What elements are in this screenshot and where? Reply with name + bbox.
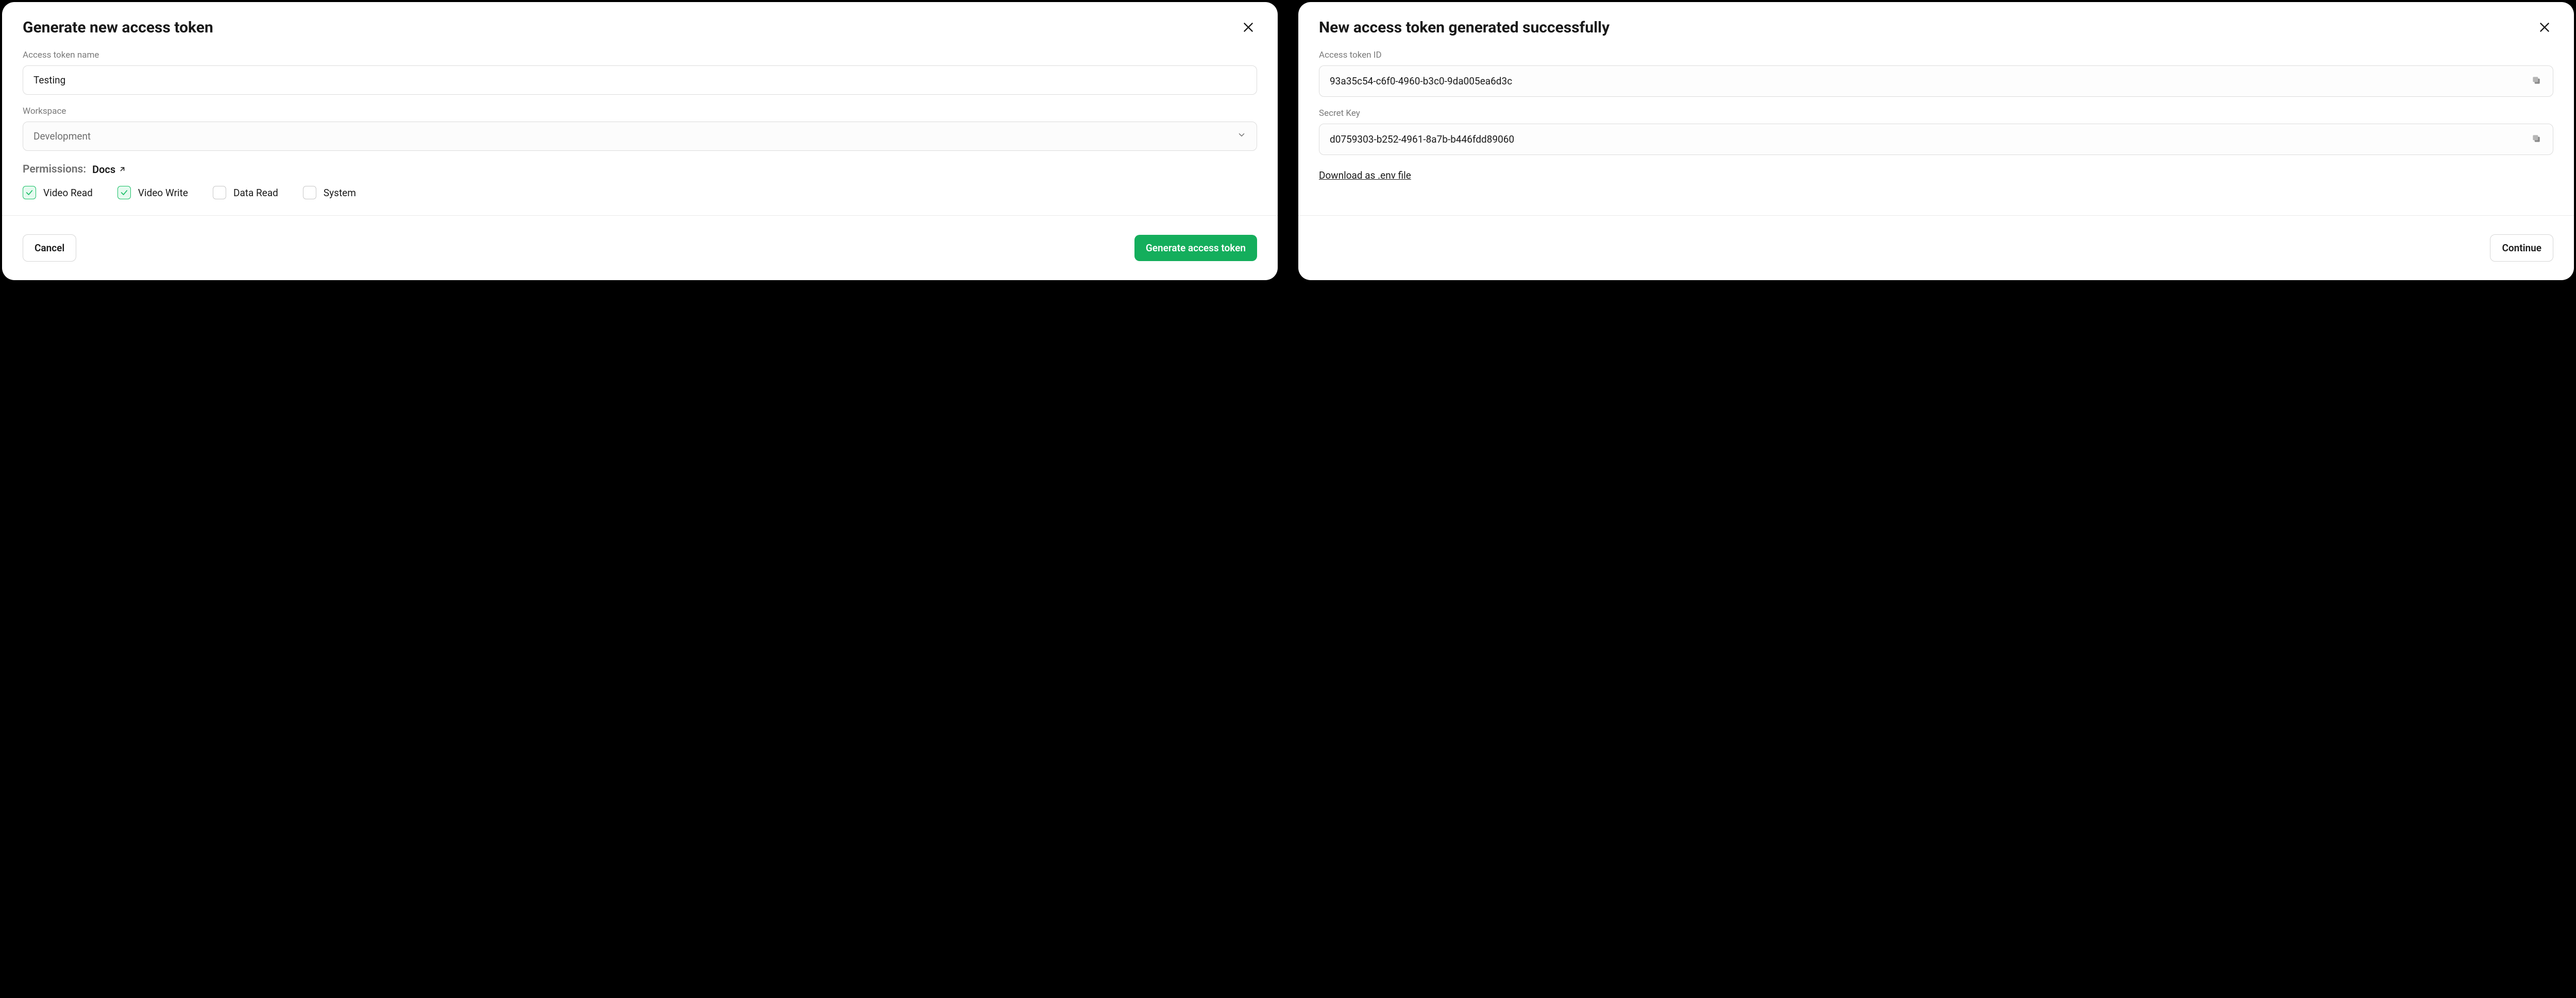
modal-title: New access token generated successfully bbox=[1319, 19, 1609, 37]
workspace-select[interactable]: Development bbox=[23, 122, 1257, 151]
checkbox-video-write[interactable]: Video Write bbox=[117, 186, 188, 199]
download-env-link[interactable]: Download as .env file bbox=[1319, 169, 1411, 181]
secret-key-value: d0759303-b252-4961-8a7b-b446fdd89060 bbox=[1330, 133, 1514, 145]
token-id-label: Access token ID bbox=[1319, 50, 2553, 60]
close-icon bbox=[2538, 21, 2551, 36]
checkbox-system[interactable]: System bbox=[303, 186, 356, 199]
close-button[interactable] bbox=[2536, 19, 2553, 38]
close-button[interactable] bbox=[1240, 19, 1257, 38]
checkbox-box bbox=[23, 186, 36, 199]
copy-token-id-button[interactable] bbox=[2530, 74, 2543, 88]
continue-button[interactable]: Continue bbox=[2490, 234, 2553, 262]
permissions-label: Permissions: bbox=[23, 163, 86, 176]
checkbox-data-read[interactable]: Data Read bbox=[213, 186, 278, 199]
token-id-field: 93a35c54-c6f0-4960-b3c0-9da005ea6d3c bbox=[1319, 65, 2553, 97]
checkbox-box bbox=[117, 186, 131, 199]
check-icon bbox=[25, 188, 33, 197]
permissions-checkboxes: Video Read Video Write Data Read System bbox=[23, 186, 1257, 199]
checkbox-box bbox=[213, 186, 226, 199]
token-success-modal: New access token generated successfully … bbox=[1298, 2, 2574, 280]
generate-token-button[interactable]: Generate access token bbox=[1134, 235, 1257, 261]
checkbox-box bbox=[303, 186, 316, 199]
secret-key-field: d0759303-b252-4961-8a7b-b446fdd89060 bbox=[1319, 124, 2553, 155]
workspace-label: Workspace bbox=[23, 106, 1257, 116]
close-icon bbox=[1242, 21, 1255, 36]
cancel-button[interactable]: Cancel bbox=[23, 234, 76, 262]
external-link-icon bbox=[118, 163, 126, 176]
token-name-input[interactable] bbox=[23, 65, 1257, 95]
token-id-value: 93a35c54-c6f0-4960-b3c0-9da005ea6d3c bbox=[1330, 75, 1512, 87]
check-icon bbox=[120, 188, 128, 197]
checkbox-video-read[interactable]: Video Read bbox=[23, 186, 93, 199]
copy-icon bbox=[2531, 137, 2541, 145]
chevron-down-icon bbox=[1237, 130, 1246, 142]
secret-key-label: Secret Key bbox=[1319, 108, 2553, 118]
copy-secret-key-button[interactable] bbox=[2530, 132, 2543, 146]
docs-link[interactable]: Docs bbox=[92, 163, 126, 176]
generate-token-modal: Generate new access token Access token n… bbox=[2, 2, 1278, 280]
workspace-value: Development bbox=[33, 130, 91, 142]
copy-icon bbox=[2531, 79, 2541, 87]
modal-title: Generate new access token bbox=[23, 19, 213, 37]
token-name-label: Access token name bbox=[23, 50, 1257, 60]
